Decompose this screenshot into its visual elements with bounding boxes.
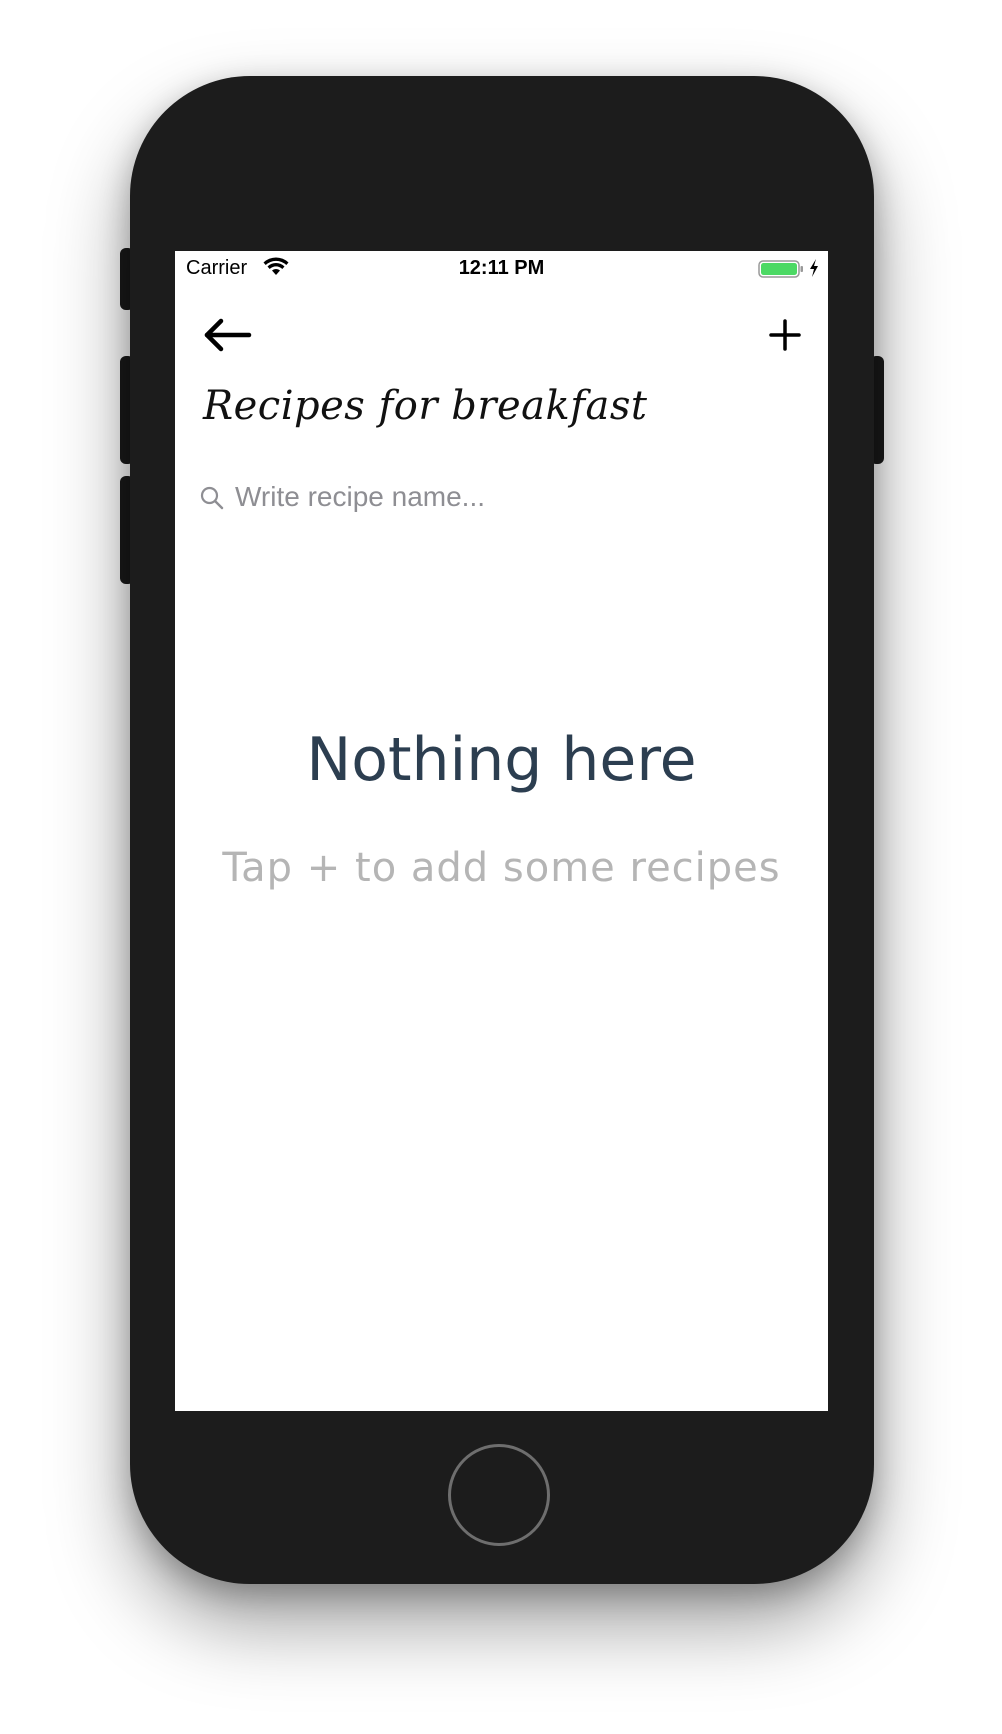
search-bar[interactable] [199,473,799,521]
page-title: Recipes for breakfast [203,383,648,429]
empty-state-title: Nothing here [306,725,697,795]
back-arrow-icon[interactable] [201,313,253,357]
home-button[interactable] [448,1444,550,1546]
nav-bar [175,301,828,371]
empty-state-subtitle: Tap + to add some recipes [222,845,781,891]
device-mockup: Carrier 12:11 PM Recipes for breakfast W… [0,0,1002,1734]
status-bar: Carrier 12:11 PM [175,251,828,287]
battery-icon [758,260,803,278]
add-recipe-button[interactable] [764,313,806,357]
search-icon [200,486,224,510]
app-screen: Carrier 12:11 PM Recipes for breakfast W… [175,251,828,1411]
charging-bolt-icon [810,259,818,277]
recipe-search-input[interactable] [235,477,795,517]
status-time: 12:11 PM [458,257,545,279]
